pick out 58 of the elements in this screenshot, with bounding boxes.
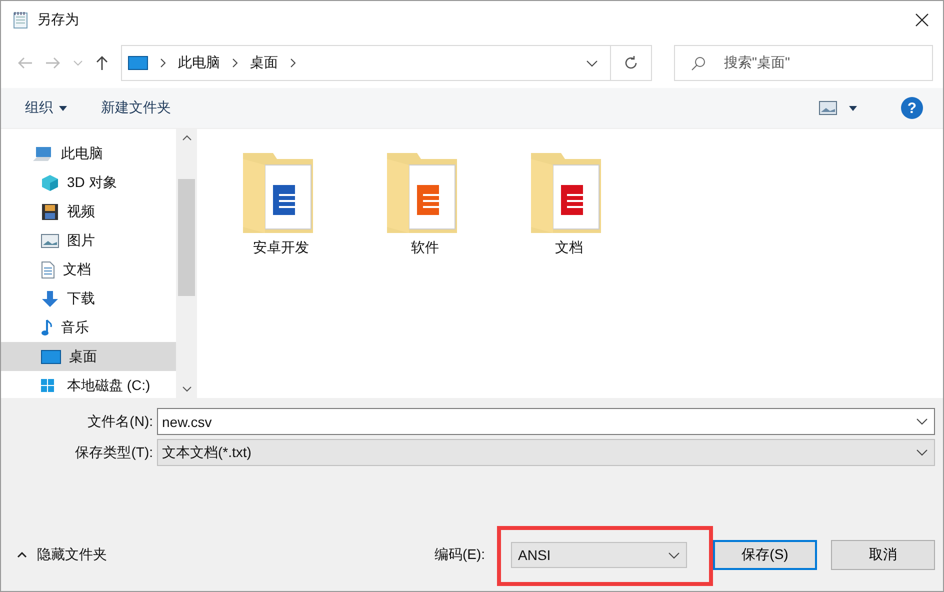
film-icon xyxy=(41,202,59,220)
scroll-down-icon[interactable] xyxy=(182,386,192,392)
sidebar-item[interactable]: 图片 xyxy=(1,226,176,255)
desktop-icon xyxy=(41,350,61,364)
chevron-up-icon xyxy=(17,552,27,558)
sidebar-item[interactable]: 视频 xyxy=(1,197,176,226)
sidebar-item[interactable]: 本地磁盘 (C:) xyxy=(1,371,176,400)
folder-item[interactable]: 文档 xyxy=(527,149,611,257)
caret-icon[interactable] xyxy=(849,106,857,110)
sidebar-item[interactable]: 音乐 xyxy=(1,313,176,342)
cube-icon xyxy=(41,174,59,192)
sidebar-item[interactable]: 桌面 xyxy=(1,342,176,371)
field-label: 文件名(N): xyxy=(86,412,154,430)
picture-icon xyxy=(41,234,59,248)
sidebar-item[interactable]: 文档 xyxy=(1,255,176,284)
help-button[interactable]: ? xyxy=(901,97,923,119)
computer-icon xyxy=(33,146,53,162)
search-icon xyxy=(691,56,706,70)
chevron-right-icon xyxy=(290,58,296,68)
up-arrow-icon[interactable] xyxy=(95,55,109,71)
chevron-down-icon xyxy=(916,418,928,425)
down-arrow-icon xyxy=(41,290,59,308)
sidebar-item[interactable]: 下载 xyxy=(1,284,176,313)
organize-menu[interactable]: 组织 xyxy=(25,99,67,117)
address-bar[interactable]: 此电脑 桌面 xyxy=(121,45,611,81)
sidebar-item[interactable]: 此电脑 xyxy=(1,139,176,168)
folder-item[interactable]: 软件 xyxy=(383,149,467,257)
hide-folders-button[interactable]: 隐藏文件夹 xyxy=(17,546,107,564)
caret-icon xyxy=(59,106,67,110)
scroll-up-icon[interactable] xyxy=(182,135,192,141)
chevron-down-icon xyxy=(916,449,928,456)
breadcrumb[interactable]: 此电脑 xyxy=(178,54,220,72)
file-type-dropdown[interactable]: 文本文档(*.txt) xyxy=(157,439,935,466)
chevron-down-icon[interactable] xyxy=(586,60,598,66)
cancel-button[interactable]: 取消 xyxy=(831,540,935,570)
close-icon[interactable] xyxy=(915,12,929,26)
new-folder-button[interactable]: 新建文件夹 xyxy=(101,99,171,117)
music-note-icon xyxy=(41,318,53,336)
encoding-label: 编码(E): xyxy=(434,546,485,564)
field-label: 保存类型(T): xyxy=(74,444,154,462)
sidebar-item[interactable]: 3D 对象 xyxy=(1,168,176,197)
desktop-icon xyxy=(128,56,148,70)
refresh-button[interactable] xyxy=(610,45,652,81)
folder-item[interactable]: 安卓开发 xyxy=(239,149,323,257)
chevron-down-icon xyxy=(668,552,680,558)
filename-field[interactable]: new.csv xyxy=(157,408,935,435)
document-icon xyxy=(41,260,55,278)
breadcrumb[interactable]: 桌面 xyxy=(250,54,278,72)
chevron-right-icon xyxy=(160,58,166,68)
chevron-right-icon xyxy=(232,58,238,68)
refresh-icon xyxy=(623,55,639,71)
scrollbar[interactable] xyxy=(176,129,197,398)
save-button[interactable]: 保存(S) xyxy=(713,540,817,570)
notepad-icon xyxy=(13,10,29,28)
view-picture-icon[interactable] xyxy=(819,101,837,115)
search-field[interactable]: 搜索"桌面" xyxy=(674,45,933,81)
encoding-dropdown[interactable]: ANSI xyxy=(511,542,687,568)
window-title: 另存为 xyxy=(37,10,79,28)
